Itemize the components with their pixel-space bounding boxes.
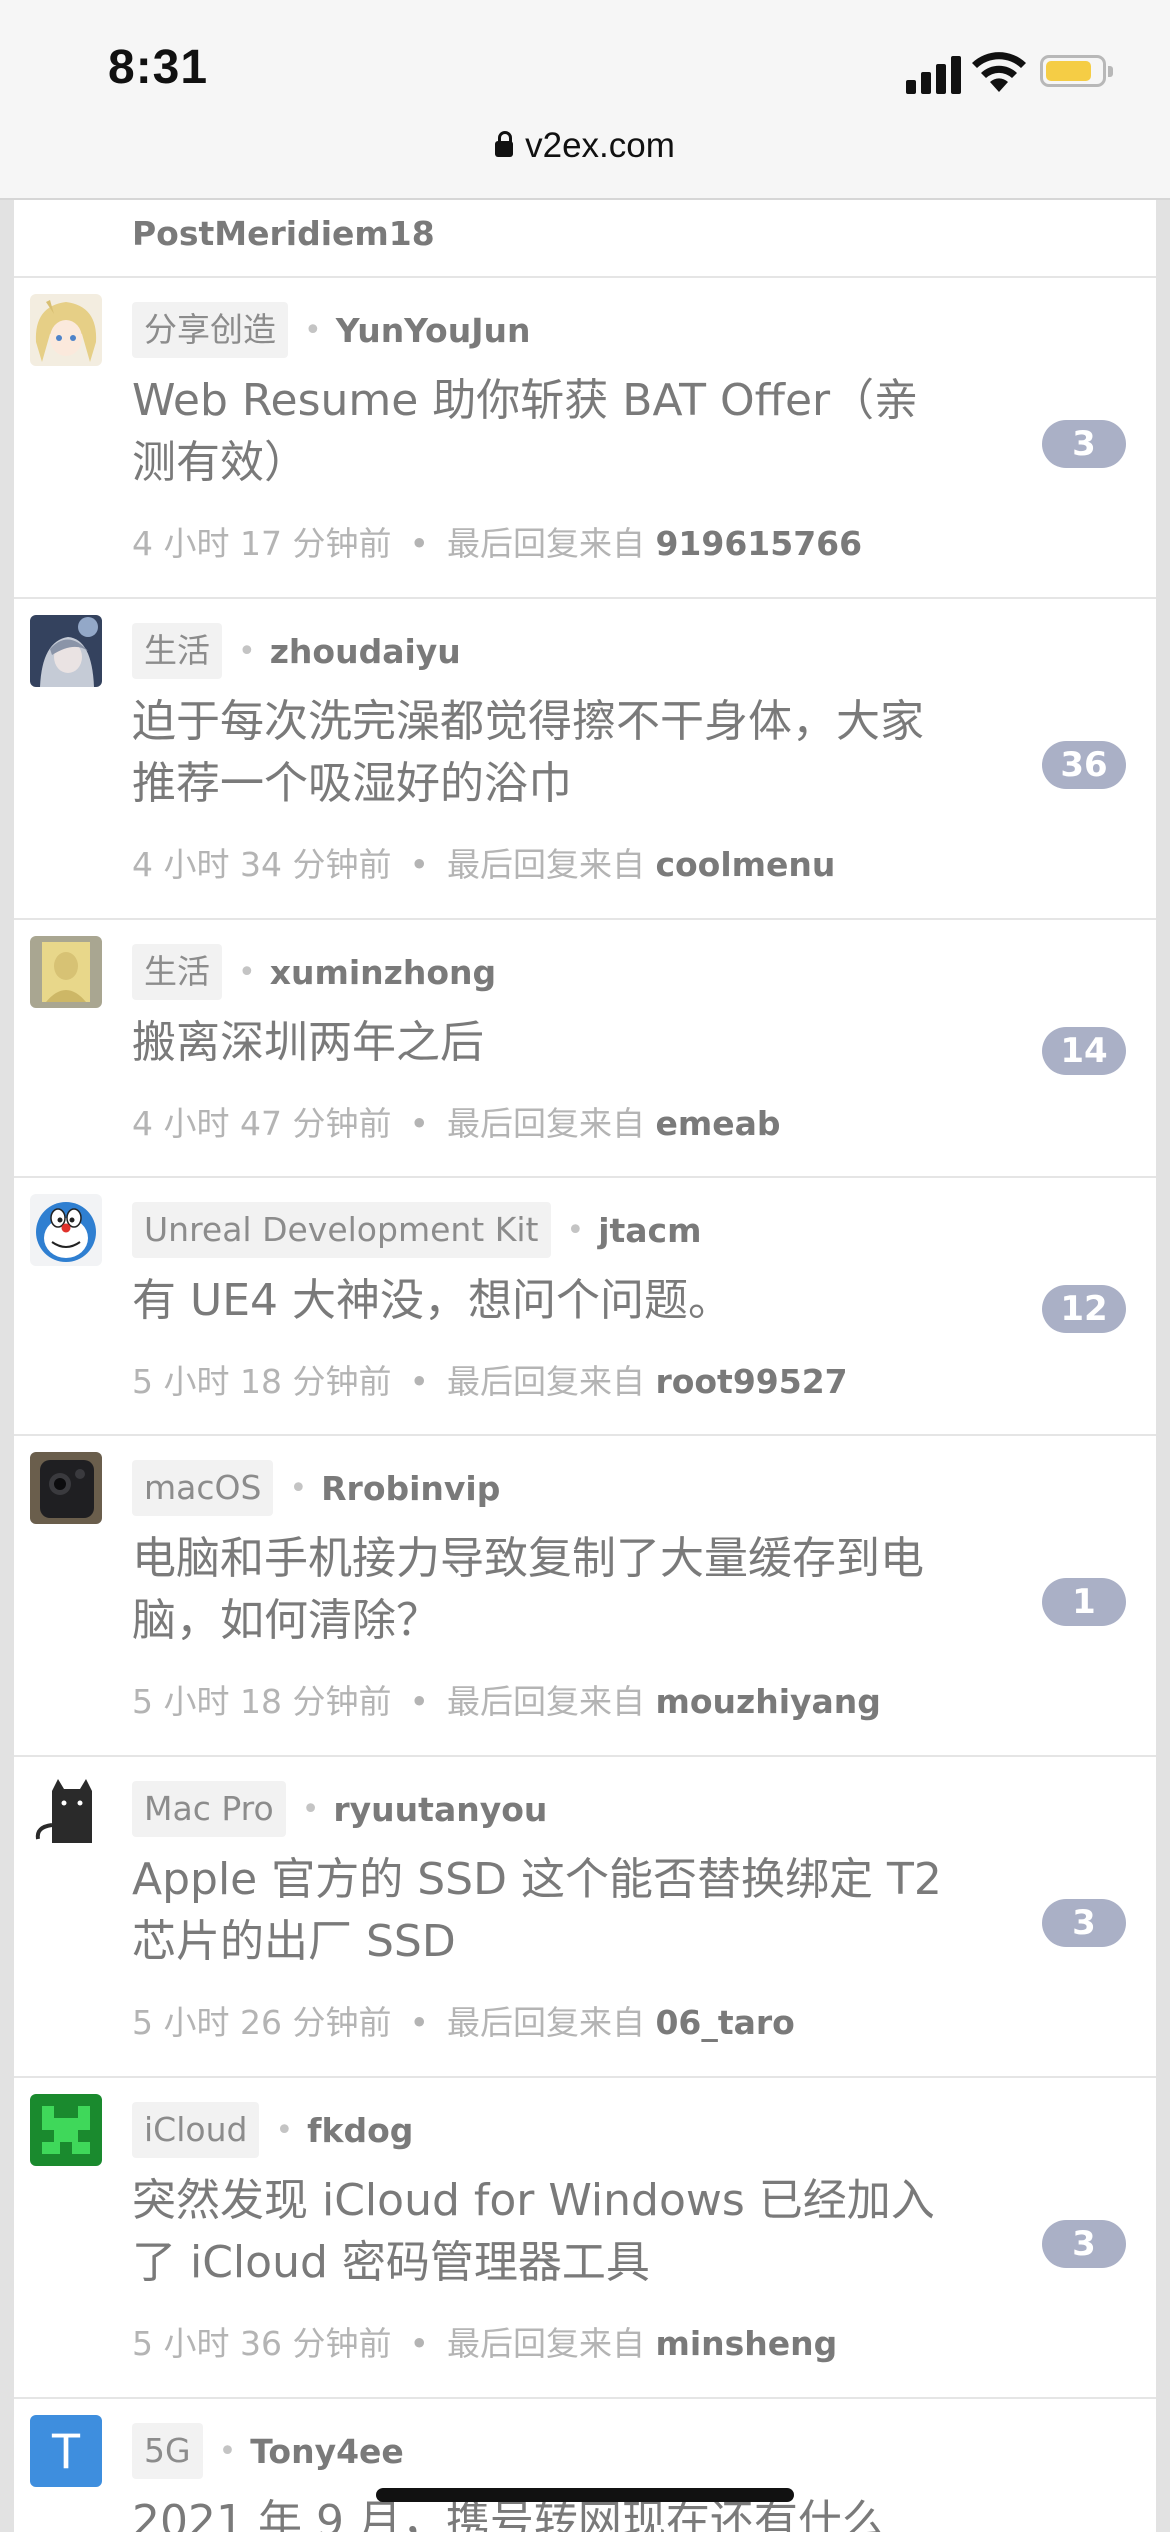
topic-author[interactable]: ryuutanyou	[333, 1790, 547, 1829]
node-tag[interactable]: 分享创造	[132, 302, 288, 358]
topic-meta: macOS • Rrobinvip	[132, 1460, 500, 1516]
reply-count-badge[interactable]: 14	[1042, 1027, 1126, 1075]
topic-time: 5 小时 36 分钟前	[132, 2324, 392, 2363]
anime-girl-avatar-icon[interactable]	[30, 294, 102, 366]
topic-info: 4 小时 17 分钟前 • 最后回复来自 919615766	[132, 524, 863, 563]
address-bar[interactable]: v2ex.com	[0, 126, 1170, 166]
topic-author[interactable]: xuminzhong	[270, 953, 496, 992]
topic-author[interactable]: YunYouJun	[336, 311, 531, 350]
reply-count-badge[interactable]: 3	[1042, 420, 1126, 468]
phone-camera-avatar-icon[interactable]	[30, 1452, 102, 1524]
topic-info: 5 小时 36 分钟前 • 最后回复来自 minsheng	[132, 2324, 838, 2363]
topic-row[interactable]: macOS • Rrobinvip 电脑和手机接力导致复制了大量缓存到电脑，如何…	[14, 1436, 1156, 1757]
yellow-portrait-avatar-icon[interactable]	[30, 936, 102, 1008]
last-reply-user[interactable]: coolmenu	[655, 845, 835, 884]
topic-info: 4 小时 34 分钟前 • 最后回复来自 coolmenu	[132, 845, 836, 884]
reply-count-badge[interactable]: 36	[1042, 741, 1126, 789]
last-reply-user[interactable]: minsheng	[655, 2324, 837, 2363]
reply-count-badge[interactable]: 1	[1042, 1578, 1126, 1626]
topic-meta: Unreal Development Kit • jtacm	[132, 1202, 702, 1258]
topic-title[interactable]: 突然发现 iCloud for Windows 已经加入了 iCloud 密码管…	[132, 2170, 962, 2294]
topic-title[interactable]: 有 UE4 大神没，想问个问题。	[132, 1270, 962, 1332]
topic-meta: Mac Pro • ryuutanyou	[132, 1781, 547, 1837]
topic-time: 5 小时 18 分钟前	[132, 1362, 392, 1401]
topic-title[interactable]: Web Resume 助你斩获 BAT Offer（亲测有效）	[132, 370, 962, 494]
node-tag[interactable]: macOS	[132, 1460, 274, 1516]
last-reply-label: 最后回复来自	[446, 1104, 645, 1143]
last-reply-label: 最后回复来自	[446, 845, 645, 884]
anime-character-avatar-icon[interactable]	[30, 615, 102, 687]
topic-list: PostMeridiem18 分享创造 • YunYouJun Web Resu…	[14, 198, 1156, 2532]
topic-info: 5 小时 26 分钟前 • 最后回复来自 06_taro	[132, 2003, 795, 2042]
topic-time: 5 小时 26 分钟前	[132, 2003, 392, 2042]
topic-row[interactable]: T 5G • Tony4ee 2021 年 9 月，携号转网现在还有什么	[14, 2399, 1156, 2532]
last-reply-label: 最后回复来自	[446, 2324, 645, 2363]
last-reply-user[interactable]: root99527	[655, 1362, 847, 1401]
topic-author[interactable]: PostMeridiem18	[132, 214, 435, 253]
last-reply-user[interactable]: 919615766	[655, 524, 862, 563]
topic-author[interactable]: Tony4ee	[250, 2432, 404, 2471]
topic-meta: 5G • Tony4ee	[132, 2423, 404, 2479]
topic-author[interactable]: Rrobinvip	[321, 1469, 500, 1508]
topic-author[interactable]: zhoudaiyu	[270, 632, 461, 671]
green-pixel-avatar-icon[interactable]	[30, 2094, 102, 2166]
node-tag[interactable]: iCloud	[132, 2102, 260, 2158]
last-reply-user[interactable]: 06_taro	[655, 2003, 794, 2042]
node-tag[interactable]: Mac Pro	[132, 1781, 286, 1837]
reply-count-badge[interactable]: 12	[1042, 1285, 1126, 1333]
last-reply-user[interactable]: emeab	[655, 1104, 780, 1143]
topic-meta: iCloud • fkdog	[132, 2102, 413, 2158]
topic-time: 4 小时 34 分钟前	[132, 845, 392, 884]
topic-time: 4 小时 47 分钟前	[132, 1104, 392, 1143]
topic-author[interactable]: fkdog	[307, 2111, 413, 2150]
topic-meta: 分享创造 • YunYouJun	[132, 302, 530, 358]
topic-info: 5 小时 18 分钟前 • 最后回复来自 root99527	[132, 1362, 848, 1401]
topic-title[interactable]: 搬离深圳两年之后	[132, 1012, 962, 1074]
last-reply-user[interactable]: mouzhiyang	[655, 1682, 880, 1721]
node-tag[interactable]: Unreal Development Kit	[132, 1202, 551, 1258]
reply-count-badge[interactable]: 3	[1042, 1899, 1126, 1947]
topic-info: 4 小时 47 分钟前 • 最后回复来自 emeab	[132, 1104, 781, 1143]
wifi-icon	[972, 52, 1026, 92]
topic-meta: 生活 • zhoudaiyu	[132, 623, 461, 679]
topic-time: 5 小时 18 分钟前	[132, 1682, 392, 1721]
topic-row[interactable]: 生活 • zhoudaiyu 迫于每次洗完澡都觉得擦不干身体，大家推荐一个吸湿好…	[14, 599, 1156, 920]
last-reply-label: 最后回复来自	[446, 2003, 645, 2042]
topic-title[interactable]: 电脑和手机接力导致复制了大量缓存到电脑，如何清除？	[132, 1528, 962, 1652]
last-reply-label: 最后回复来自	[446, 1682, 645, 1721]
topic-author[interactable]: jtacm	[598, 1211, 701, 1250]
reply-count-badge[interactable]: 3	[1042, 2220, 1126, 2268]
topic-title[interactable]: 迫于每次洗完澡都觉得擦不干身体，大家推荐一个吸湿好的浴巾	[132, 691, 962, 815]
letter-t-avatar-icon[interactable]: T	[30, 2415, 102, 2487]
lock-icon	[495, 131, 514, 157]
last-reply-label: 最后回复来自	[446, 1362, 645, 1401]
cellular-signal-icon	[906, 54, 962, 94]
topic-row[interactable]: Unreal Development Kit • jtacm 有 UE4 大神没…	[14, 1178, 1156, 1436]
doraemon-avatar-icon[interactable]	[30, 1194, 102, 1266]
battery-icon	[1040, 55, 1113, 87]
node-tag[interactable]: 5G	[132, 2423, 203, 2479]
home-indicator[interactable]	[376, 2488, 794, 2502]
screen: 8:31 v2ex.com PostMeridiem18 分享创造 • YunY…	[0, 0, 1170, 2532]
node-tag[interactable]: 生活	[132, 623, 222, 679]
topic-row[interactable]: Mac Pro • ryuutanyou Apple 官方的 SSD 这个能否替…	[14, 1757, 1156, 2078]
last-reply-label: 最后回复来自	[446, 524, 645, 563]
topic-title[interactable]: Apple 官方的 SSD 这个能否替换绑定 T2 芯片的出厂 SSD	[132, 1849, 962, 1973]
black-cat-avatar-icon[interactable]	[30, 1773, 102, 1845]
address-domain: v2ex.com	[525, 126, 675, 165]
battery-fill	[1046, 61, 1091, 81]
topic-row-partial[interactable]: PostMeridiem18	[14, 198, 1156, 278]
status-time: 8:31	[108, 41, 209, 94]
topic-row[interactable]: 分享创造 • YunYouJun Web Resume 助你斩获 BAT Off…	[14, 278, 1156, 599]
topic-info: 5 小时 18 分钟前 • 最后回复来自 mouzhiyang	[132, 1682, 881, 1721]
node-tag[interactable]: 生活	[132, 944, 222, 1000]
topic-meta: 生活 • xuminzhong	[132, 944, 496, 1000]
topic-row[interactable]: 生活 • xuminzhong 搬离深圳两年之后 4 小时 47 分钟前 • 最后回…	[14, 920, 1156, 1178]
topic-row[interactable]: iCloud • fkdog 突然发现 iCloud for Windows 已…	[14, 2078, 1156, 2399]
browser-chrome: 8:31 v2ex.com	[0, 0, 1170, 200]
topic-time: 4 小时 17 分钟前	[132, 524, 392, 563]
